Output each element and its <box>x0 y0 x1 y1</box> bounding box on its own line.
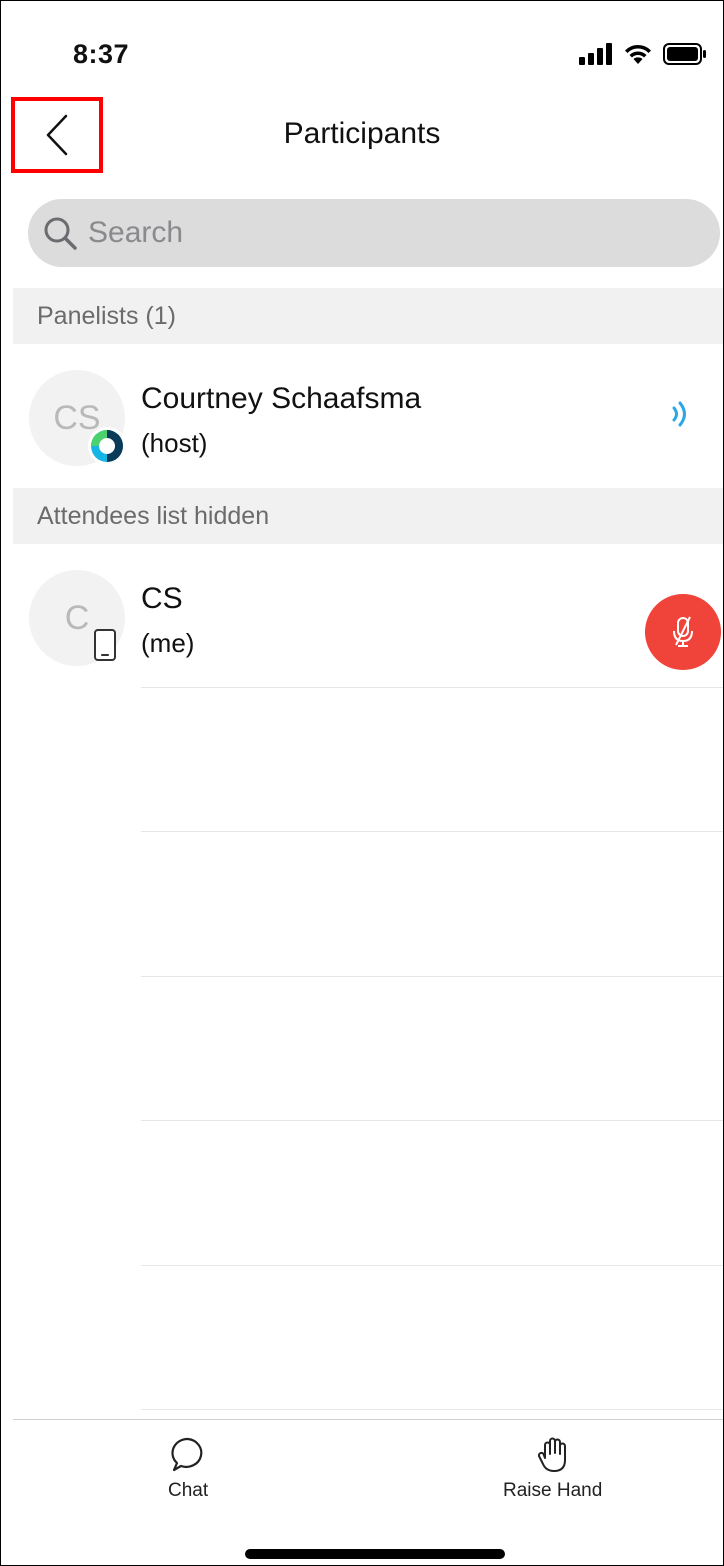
bottom-toolbar: Chat Raise Hand <box>13 1419 723 1565</box>
participant-name: Courtney Schaafsma <box>141 382 422 415</box>
speaking-icon <box>672 401 686 427</box>
page-title: Participants <box>283 117 441 150</box>
panelists-section-header: Panelists (1) <box>13 288 723 344</box>
participant-name: CS <box>141 582 183 615</box>
search-bar[interactable] <box>28 199 720 267</box>
status-icons <box>579 43 707 65</box>
status-time: 8:37 <box>73 39 130 69</box>
chat-button[interactable]: Chat <box>168 1436 208 1502</box>
participant-row-me[interactable]: C CS (me) <box>13 544 723 688</box>
raise-hand-icon <box>537 1437 566 1472</box>
mute-button[interactable] <box>645 594 721 670</box>
webex-logo-icon <box>88 427 126 465</box>
home-indicator <box>245 1549 505 1559</box>
search-icon <box>42 215 78 251</box>
row-divider <box>141 687 723 688</box>
search-input[interactable] <box>86 215 690 251</box>
row-divider <box>141 1120 723 1121</box>
wifi-icon <box>625 44 651 64</box>
raise-hand-label: Raise Hand <box>503 1480 603 1501</box>
row-divider <box>141 831 723 832</box>
participant-role: (me) <box>141 628 195 658</box>
signal-icon <box>579 43 612 65</box>
chat-label: Chat <box>168 1480 209 1501</box>
raise-hand-button[interactable]: Raise Hand <box>503 1436 602 1502</box>
chat-bubble-icon <box>171 1437 203 1472</box>
participant-row-host[interactable]: CS Courtney Schaafsma (host) <box>13 344 723 488</box>
battery-icon <box>663 43 706 65</box>
mic-muted-icon <box>673 616 693 647</box>
app-screen: 8:37 Participants Search Panelists (1) C… <box>0 0 724 1566</box>
phone-icon <box>94 629 116 661</box>
row-divider <box>141 976 723 977</box>
row-divider <box>141 1265 723 1266</box>
participant-role: (host) <box>141 428 208 458</box>
attendees-section-header: Attendees list hidden <box>13 488 723 544</box>
row-divider <box>141 1409 723 1410</box>
